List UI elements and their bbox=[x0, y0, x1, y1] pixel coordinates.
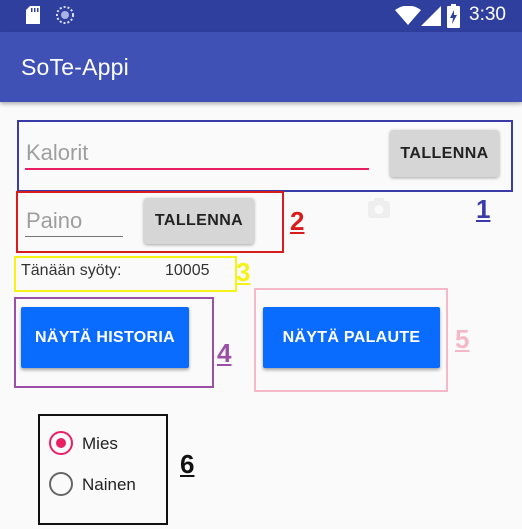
paino-input-underline bbox=[25, 236, 123, 237]
signal-icon bbox=[421, 6, 441, 26]
annotation-label-6: 6 bbox=[180, 449, 195, 479]
annotation-label-5: 5 bbox=[455, 324, 470, 354]
clock-time: 3:30 bbox=[469, 4, 506, 25]
radio-mies[interactable] bbox=[49, 431, 73, 455]
annotation-label-3: 3 bbox=[236, 257, 251, 287]
status-bar: 3:30 bbox=[0, 0, 522, 32]
kalorit-input[interactable]: Kalorit bbox=[26, 140, 88, 166]
paino-save-button[interactable]: TALLENNA bbox=[144, 198, 254, 244]
radio-nainen[interactable] bbox=[49, 472, 73, 496]
kalorit-save-button[interactable]: TALLENNA bbox=[390, 130, 499, 177]
radio-mies-label[interactable]: Mies bbox=[82, 434, 118, 454]
kalorit-input-underline bbox=[25, 168, 369, 170]
today-eaten-value: 10005 bbox=[165, 262, 210, 279]
today-eaten-label: Tänään syöty: bbox=[21, 262, 122, 279]
wifi-icon bbox=[395, 6, 421, 25]
annotation-label-1: 1 bbox=[476, 194, 491, 224]
screenshot-icon bbox=[368, 198, 390, 218]
show-history-button[interactable]: NÄYTÄ HISTORIA bbox=[21, 307, 189, 368]
radio-nainen-label[interactable]: Nainen bbox=[82, 475, 136, 495]
sync-icon bbox=[56, 6, 74, 24]
battery-charging-icon bbox=[447, 4, 460, 28]
app-title: SoTe-Appi bbox=[21, 54, 129, 80]
radio-mies-dot bbox=[56, 438, 66, 448]
sd-card-icon bbox=[26, 6, 40, 24]
paino-input[interactable]: Paino bbox=[26, 208, 82, 234]
show-feedback-button[interactable]: NÄYTÄ PALAUTE bbox=[263, 307, 440, 368]
annotation-label-4: 4 bbox=[217, 338, 232, 368]
annotation-label-2: 2 bbox=[290, 206, 305, 236]
app-bar: SoTe-Appi bbox=[0, 32, 522, 102]
